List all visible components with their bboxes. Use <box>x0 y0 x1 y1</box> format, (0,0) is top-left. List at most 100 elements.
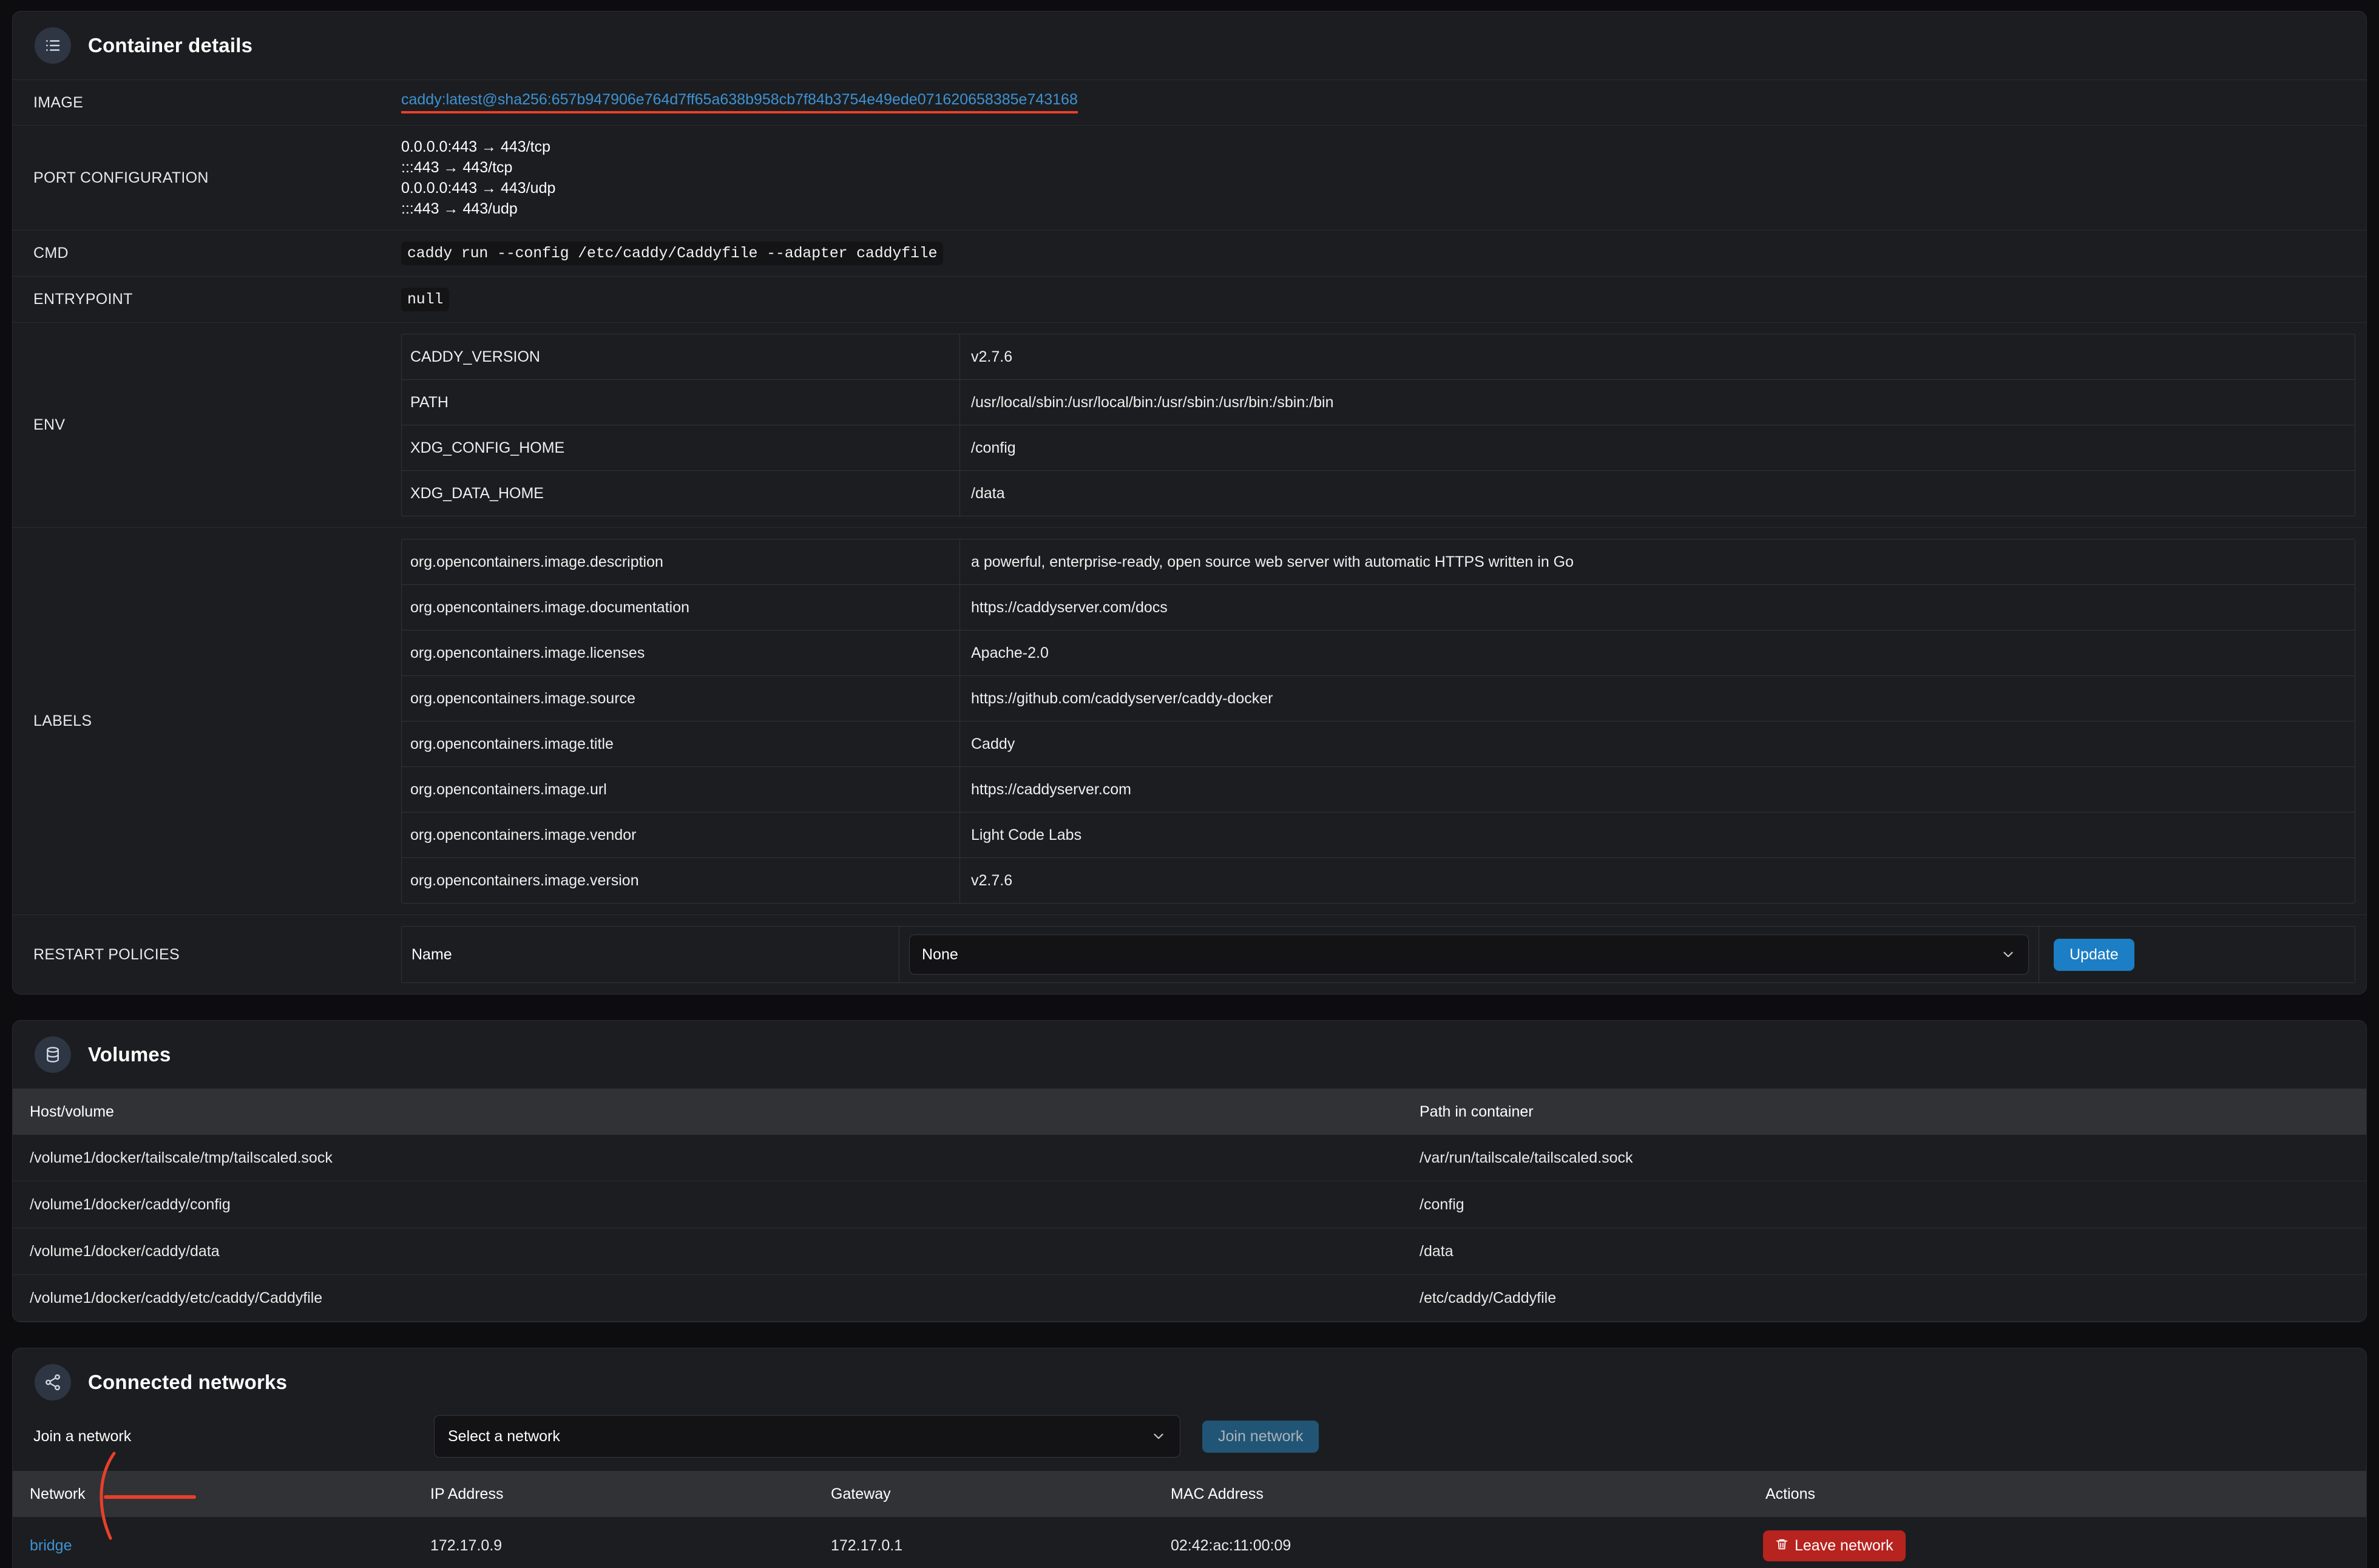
label-row: org.opencontainers.image.documentation h… <box>402 585 2355 630</box>
network-link-bridge[interactable]: bridge <box>30 1537 72 1554</box>
env-value: /config <box>971 439 1016 456</box>
volumes-table-header-row: Host/volume Path in container <box>13 1089 2366 1135</box>
chevron-down-icon <box>1151 1428 1166 1444</box>
volume-host-path: /volume1/docker/caddy/config <box>13 1181 1403 1228</box>
leave-network-button[interactable]: Leave network <box>1763 1530 1906 1561</box>
networks-column-mac: MAC Address <box>1154 1471 1748 1517</box>
label-value: https://caddyserver.com <box>971 780 1132 798</box>
network-gateway: 172.17.0.1 <box>814 1517 1154 1568</box>
restart-policy-select-cell: None <box>899 927 2039 982</box>
port-mapping-line: :::443 → 443/udp <box>401 200 518 217</box>
label-key: org.opencontainers.image.version <box>402 858 960 903</box>
volumes-table: Host/volume Path in container /volume1/d… <box>13 1089 2366 1322</box>
detail-row-labels: LABELS org.opencontainers.image.descript… <box>13 527 2366 914</box>
table-row: /volume1/docker/caddy/data /data <box>13 1228 2366 1275</box>
join-network-button[interactable]: Join network <box>1202 1420 1319 1453</box>
label-value: Light Code Labs <box>971 826 1082 843</box>
label-value: https://caddyserver.com/docs <box>971 598 1168 616</box>
connected-networks-title: Connected networks <box>88 1371 288 1393</box>
network-actions-cell: Leave network <box>1748 1517 2366 1568</box>
env-key: CADDY_VERSION <box>402 334 960 379</box>
table-row: /volume1/docker/caddy/config /config <box>13 1181 2366 1228</box>
list-icon <box>35 27 71 64</box>
label-key: org.opencontainers.image.description <box>402 539 960 584</box>
volume-container-path: /data <box>1403 1228 2366 1275</box>
network-mac-address: 02:42:ac:11:00:09 <box>1154 1517 1748 1568</box>
trash-icon <box>1775 1538 1788 1554</box>
table-row: bridge 172.17.0.9 172.17.0.1 02:42:ac:11… <box>13 1517 2366 1568</box>
port-mapping-line: 0.0.0.0:443 → 443/tcp <box>401 138 551 155</box>
label-value: v2.7.6 <box>971 871 1013 889</box>
network-select-placeholder: Select a network <box>448 1427 560 1445</box>
label-key: org.opencontainers.image.licenses <box>402 630 960 675</box>
label-key: org.opencontainers.image.vendor <box>402 813 960 857</box>
volume-host-path: /volume1/docker/caddy/etc/caddy/Caddyfil… <box>13 1274 1403 1322</box>
table-row: /volume1/docker/caddy/etc/caddy/Caddyfil… <box>13 1274 2366 1322</box>
env-value: /data <box>971 484 1005 502</box>
restart-policy-action-cell: Update <box>2039 927 2355 982</box>
label-value: Caddy <box>971 735 1015 752</box>
env-value: v2.7.6 <box>971 348 1013 365</box>
env-row: XDG_CONFIG_HOME /config <box>402 425 2355 471</box>
image-label: IMAGE <box>33 93 84 111</box>
cmd-value: caddy run --config /etc/caddy/Caddyfile … <box>401 242 944 265</box>
volume-container-path: /etc/caddy/Caddyfile <box>1403 1274 2366 1322</box>
label-row: org.opencontainers.image.url https://cad… <box>402 767 2355 813</box>
env-key: XDG_DATA_HOME <box>402 471 960 516</box>
label-value: Apache-2.0 <box>971 644 1049 661</box>
labels-table: org.opencontainers.image.description a p… <box>401 539 2355 904</box>
env-label: ENV <box>33 416 66 433</box>
volume-container-path: /config <box>1403 1181 2366 1228</box>
label-key: org.opencontainers.image.source <box>402 676 960 721</box>
detail-row-image: IMAGE caddy:latest@sha256:657b947906e764… <box>13 79 2366 125</box>
connected-networks-header: Connected networks <box>13 1348 2366 1409</box>
update-button[interactable]: Update <box>2054 938 2134 971</box>
label-row: org.opencontainers.image.version v2.7.6 <box>402 858 2355 903</box>
env-row: PATH /usr/local/sbin:/usr/local/bin:/usr… <box>402 380 2355 425</box>
volume-host-path: /volume1/docker/tailscale/tmp/tailscaled… <box>13 1135 1403 1181</box>
label-row: org.opencontainers.image.source https://… <box>402 676 2355 721</box>
port-mapping-line: :::443 → 443/tcp <box>401 159 513 176</box>
volumes-column-path: Path in container <box>1403 1089 2366 1135</box>
network-select[interactable]: Select a network <box>434 1415 1180 1458</box>
restart-policies-value-cell: Name None Update <box>401 915 2366 994</box>
table-row: /volume1/docker/tailscale/tmp/tailscaled… <box>13 1135 2366 1181</box>
port-configuration-label: PORT CONFIGURATION <box>33 169 209 186</box>
image-value-cell: caddy:latest@sha256:657b947906e764d7ff65… <box>401 80 2366 125</box>
detail-row-entrypoint: ENTRYPOINT null <box>13 276 2366 322</box>
restart-policy-select[interactable]: None <box>909 934 2029 975</box>
volumes-header: Volumes <box>13 1021 2366 1089</box>
volumes-title: Volumes <box>88 1043 171 1066</box>
env-value: /usr/local/sbin:/usr/local/bin:/usr/sbin… <box>971 393 1334 411</box>
join-network-button-wrap: Join network <box>1180 1420 1319 1453</box>
image-link[interactable]: caddy:latest@sha256:657b947906e764d7ff65… <box>401 92 1078 113</box>
label-row: org.opencontainers.image.description a p… <box>402 539 2355 585</box>
connected-networks-card: Connected networks Join a network Select… <box>12 1348 2367 1568</box>
networks-column-gateway: Gateway <box>814 1471 1154 1517</box>
networks-table-header-row: Network IP Address Gateway MAC Address A… <box>13 1471 2366 1517</box>
env-key: PATH <box>402 380 960 425</box>
label-row: org.opencontainers.image.vendor Light Co… <box>402 813 2355 858</box>
env-value-cell: CADDY_VERSION v2.7.6 PATH /usr/local/sbi… <box>401 323 2366 527</box>
detail-row-port-configuration: PORT CONFIGURATION 0.0.0.0:443 → 443/tcp… <box>13 125 2366 230</box>
env-key: XDG_CONFIG_HOME <box>402 425 960 470</box>
labels-value-cell: org.opencontainers.image.description a p… <box>401 528 2366 914</box>
env-table: CADDY_VERSION v2.7.6 PATH /usr/local/sbi… <box>401 334 2355 516</box>
labels-label: LABELS <box>33 712 92 729</box>
env-row: CADDY_VERSION v2.7.6 <box>402 334 2355 380</box>
database-icon <box>35 1036 71 1073</box>
cmd-label: CMD <box>33 245 69 262</box>
label-key: org.opencontainers.image.documentation <box>402 585 960 630</box>
env-row: XDG_DATA_HOME /data <box>402 471 2355 516</box>
entrypoint-value-cell: null <box>401 277 2366 322</box>
restart-policy-name-column-label: Name <box>402 927 899 982</box>
networks-column-ip: IP Address <box>413 1471 814 1517</box>
label-value: https://github.com/caddyserver/caddy-doc… <box>971 689 1273 707</box>
leave-network-button-label: Leave network <box>1795 1537 1893 1554</box>
volumes-card: Volumes Host/volume Path in container /v… <box>12 1020 2367 1322</box>
join-network-row: Join a network Select a network Join net… <box>13 1409 2366 1471</box>
volumes-column-host: Host/volume <box>13 1089 1403 1135</box>
network-ip-address: 172.17.0.9 <box>413 1517 814 1568</box>
volume-host-path: /volume1/docker/caddy/data <box>13 1228 1403 1275</box>
detail-row-env: ENV CADDY_VERSION v2.7.6 PATH /usr/local… <box>13 322 2366 527</box>
